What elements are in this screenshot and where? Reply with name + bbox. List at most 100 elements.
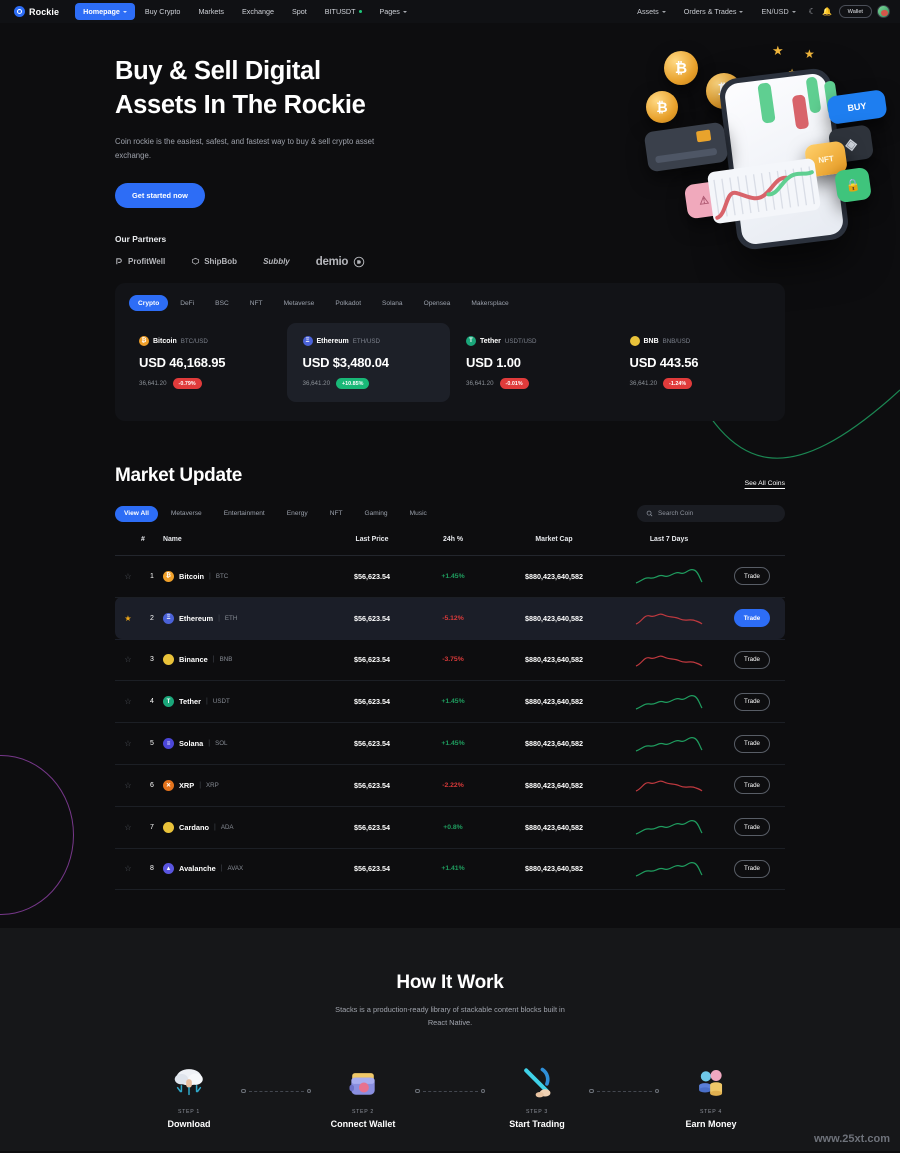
favorite-star-icon[interactable]: ☆ <box>115 722 141 765</box>
search-coin-box[interactable] <box>637 505 785 522</box>
get-started-button[interactable]: Get started now <box>115 182 205 208</box>
row-trade-cell: Trade <box>719 806 785 849</box>
step-connector <box>241 1059 311 1094</box>
favorite-star-icon[interactable]: ☆ <box>115 639 141 682</box>
partner-demio: demio <box>316 256 365 268</box>
table-row[interactable]: ☆ 6 ✕ XRP | XRP $56,623.54 -2.22% $880,423,640,5… <box>115 764 785 807</box>
lock-tile: 🔒 <box>833 166 873 204</box>
cloud-download-icon <box>137 1059 241 1101</box>
market-chip-gaming[interactable]: Gaming <box>356 506 397 522</box>
step-label: Start Trading <box>509 1118 565 1129</box>
brand-logo[interactable]: Rockie <box>14 6 59 17</box>
table-row[interactable]: ☆ 4 T Tether | USDT $56,623.54 +1.45% $880,423,6… <box>115 680 785 724</box>
cardano-icon <box>163 821 174 833</box>
trade-button[interactable]: Trade <box>734 734 770 753</box>
market-chip-energy[interactable]: Energy <box>278 506 317 522</box>
ticker-chip-solana[interactable]: Solana <box>373 295 412 311</box>
trade-button[interactable]: Trade <box>734 692 770 711</box>
ticker-chip-polkadot[interactable]: Polkadot <box>326 295 370 311</box>
market-chip-music[interactable]: Music <box>401 506 436 522</box>
ticker-chip-opensea[interactable]: Opensea <box>415 295 460 311</box>
row-rank: 1 <box>141 555 163 598</box>
xrp-icon: ✕ <box>163 779 174 791</box>
wallet-button[interactable]: Wallet <box>838 5 872 18</box>
step-number: STEP 3 <box>526 1108 548 1115</box>
row-sparkline <box>619 764 719 807</box>
table-row[interactable]: ☆ 5 ≡ Solana | SOL $56,623.54 +1.45% $880,423,64… <box>115 722 785 765</box>
table-row[interactable]: ★ 2 Ξ Ethereum | ETH $56,623.54 -5.12% $880,423,… <box>115 597 785 640</box>
nav-item-bitusdt[interactable]: BITUSDT <box>317 3 370 20</box>
favorite-star-icon[interactable]: ☆ <box>115 764 141 807</box>
ticker-category-chips: Crypto DeFi BSC NFT Metaverse Polkadot S… <box>115 295 785 311</box>
market-chip-metaverse[interactable]: Metaverse <box>162 506 211 522</box>
wallet-icon <box>311 1059 415 1101</box>
trade-button[interactable]: Trade <box>734 818 770 837</box>
favorite-star-icon[interactable]: ☆ <box>115 848 141 891</box>
nav-item-markets[interactable]: Markets <box>190 3 232 20</box>
trade-button[interactable]: Trade <box>734 859 770 878</box>
row-rank: 6 <box>141 764 163 807</box>
table-row[interactable]: ☆ 7 Cardano | ADA $56,623.54 +0.8% $880,423,640… <box>115 806 785 849</box>
row-sparkline <box>619 806 719 849</box>
nav-right-group: Assets Orders & Trades EN/USD ☾ 🔔 Wallet <box>629 3 890 20</box>
moon-icon[interactable]: ☾ <box>806 5 819 18</box>
row-trade-cell: Trade <box>719 597 785 640</box>
table-body: ☆ 1 ₿ Bitcoin | BTC $56,623.54 +1.45% $880,423,6… <box>115 555 785 891</box>
trade-button[interactable]: Trade <box>734 776 770 795</box>
row-last-price: $56,623.54 <box>327 555 417 598</box>
status-badge: -0.01% <box>499 378 529 389</box>
favorite-star-icon[interactable]: ★ <box>115 597 141 640</box>
search-input[interactable] <box>658 510 776 517</box>
nav-item-exchange[interactable]: Exchange <box>234 3 282 20</box>
avatar[interactable] <box>877 5 890 18</box>
nav-item-spot[interactable]: Spot <box>284 3 315 20</box>
status-badge: -0.79% <box>172 378 202 389</box>
ticker-chip-bsc[interactable]: BSC <box>206 295 238 311</box>
status-dot-icon <box>358 10 362 13</box>
row-market-cap: $880,423,640,582 <box>489 764 619 807</box>
market-chip-view-all[interactable]: View All <box>115 505 158 522</box>
nav-item-buy-crypto[interactable]: Buy Crypto <box>137 3 189 20</box>
nav-item-assets[interactable]: Assets <box>629 3 674 20</box>
step-start-trading: STEP 3 Start Trading <box>485 1059 589 1129</box>
table-row[interactable]: ☆ 1 ₿ Bitcoin | BTC $56,623.54 +1.45% $880,423,6… <box>115 555 785 598</box>
bitcoin-icon: ₿ <box>163 570 174 582</box>
row-market-cap: $880,423,640,582 <box>489 722 619 765</box>
ticker-card-tether[interactable]: T Tether USDT/USD USD 1.00 36,641.20 -0.… <box>450 323 614 402</box>
shipbob-icon <box>192 258 200 265</box>
market-chip-nft[interactable]: NFT <box>321 506 352 522</box>
ticker-card-bnb[interactable]: BNB BNB/USD USD 443.56 36,641.20 -1.24% <box>614 323 778 402</box>
market-category-chips: View All Metaverse Entertainment Energy … <box>115 505 436 522</box>
nav-item-orders-trades[interactable]: Orders & Trades <box>676 3 752 20</box>
ticker-chip-defi[interactable]: DeFi <box>171 295 203 311</box>
favorite-star-icon[interactable]: ☆ <box>115 806 141 849</box>
chevron-down-icon <box>791 10 796 13</box>
market-chip-entertainment[interactable]: Entertainment <box>215 506 274 522</box>
step-label: Earn Money <box>685 1118 737 1129</box>
row-market-cap: $880,423,640,582 <box>489 680 619 724</box>
favorite-star-icon[interactable]: ☆ <box>115 555 141 598</box>
table-row[interactable]: ☆ 8 ▲ Avalanche | AVAX $56,623.54 +1.41% $880,42… <box>115 848 785 891</box>
partner-subbly: Subbly <box>263 257 290 267</box>
ticker-card-ethereum[interactable]: Ξ Ethereum ETH/USD USD $3,480.04 36,641.… <box>286 323 450 402</box>
ticker-chip-nft[interactable]: NFT <box>241 295 272 311</box>
see-all-coins-link[interactable]: See All Coins <box>745 480 785 487</box>
ticker-chip-crypto[interactable]: Crypto <box>129 295 169 311</box>
bell-icon[interactable]: 🔔 <box>821 5 834 18</box>
nav-item-pages[interactable]: Pages <box>372 3 415 20</box>
row-trade-cell: Trade <box>719 639 785 682</box>
row-market-cap: $880,423,640,582 <box>489 848 619 891</box>
ticker-price: USD 46,168.95 <box>139 355 226 370</box>
trade-button[interactable]: Trade <box>733 609 771 628</box>
table-row[interactable]: ☆ 3 Binance | BNB $56,623.54 -3.75% $880,423,64… <box>115 639 785 682</box>
nav-item-homepage[interactable]: Homepage <box>75 3 135 20</box>
ticker-chip-metaverse[interactable]: Metaverse <box>275 295 324 311</box>
trade-button[interactable]: Trade <box>734 567 770 586</box>
nav-item-language-currency[interactable]: EN/USD <box>753 3 803 20</box>
favorite-star-icon[interactable]: ☆ <box>115 680 141 724</box>
ticker-chip-makersplace[interactable]: Makersplace <box>462 295 517 311</box>
partner-shipbob: ShipBob <box>191 257 237 266</box>
trade-button[interactable]: Trade <box>734 650 770 669</box>
search-icon <box>646 510 653 517</box>
ticker-card-bitcoin[interactable]: ₿ Bitcoin BTC/USD USD 46,168.95 36,641.2… <box>123 323 287 402</box>
